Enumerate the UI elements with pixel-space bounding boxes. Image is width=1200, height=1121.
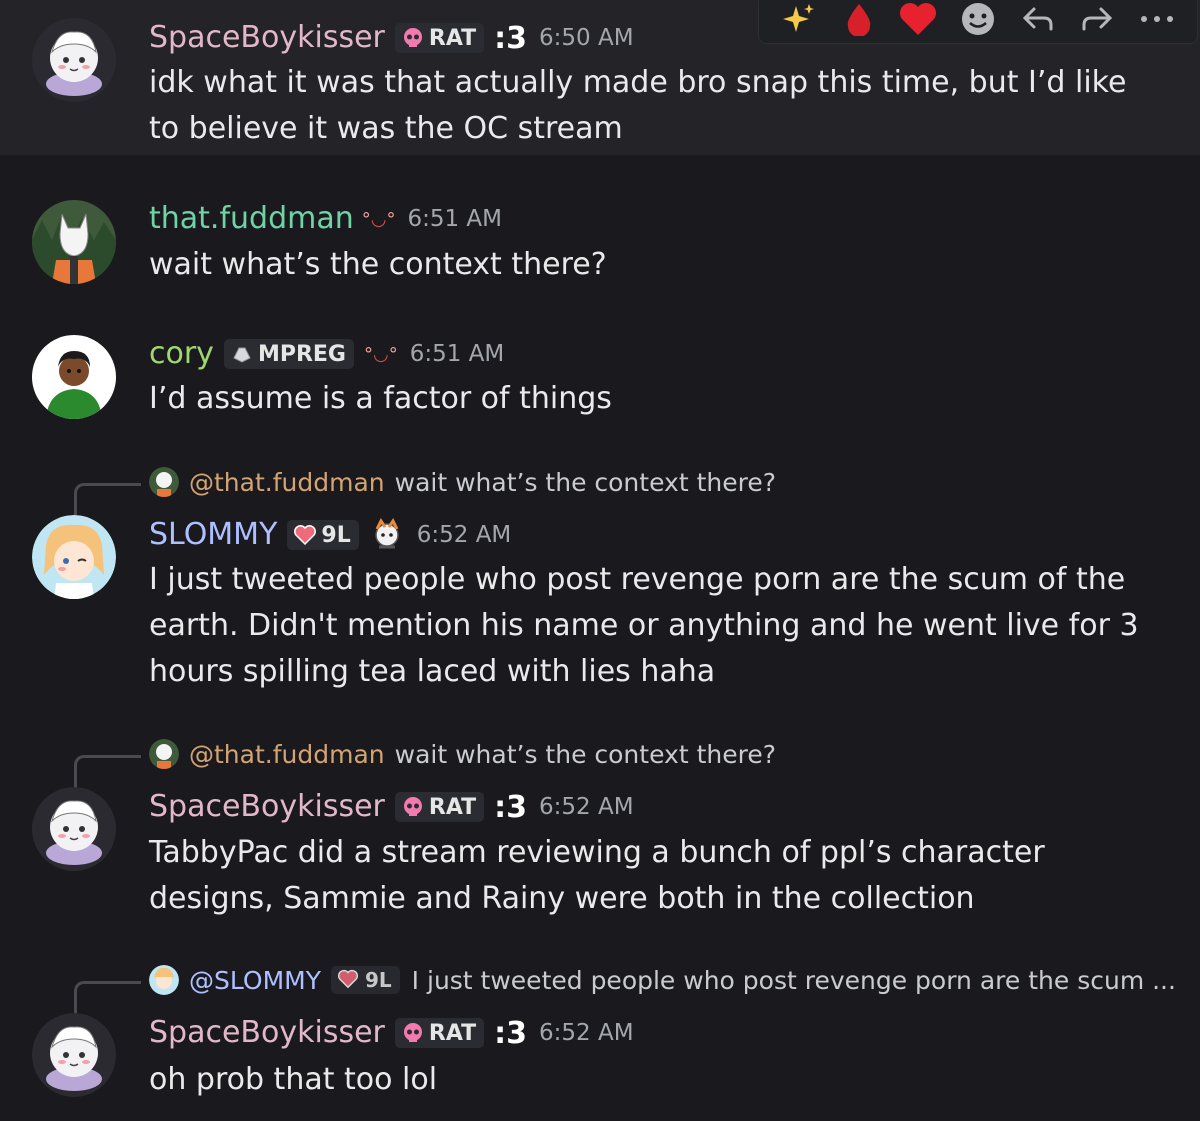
username[interactable]: SpaceBoykisser	[149, 787, 385, 827]
username[interactable]: that.fuddman	[149, 199, 354, 239]
message-toolbar	[758, 0, 1198, 44]
role-tag-label: RAT	[428, 794, 477, 820]
timestamp: 6:52 AM	[539, 1020, 634, 1046]
avatar-cory[interactable]	[32, 335, 116, 419]
reply-preview[interactable]: @that.fuddman wait what’s the context th…	[149, 739, 776, 769]
reply-role-tag: 9L	[331, 966, 400, 994]
role-tag[interactable]: RAT	[394, 1018, 485, 1048]
avatar-spaceboykisser[interactable]	[32, 1013, 116, 1097]
badge-emote: :3	[494, 789, 528, 825]
message-text: idk what it was that actually made bro s…	[149, 65, 1127, 146]
role-tag-label: RAT	[428, 1020, 477, 1046]
reply-avatar	[149, 965, 179, 995]
character-badge-icon	[369, 517, 405, 553]
username[interactable]: cory	[149, 334, 214, 374]
message-text: I just tweeted people who post revenge p…	[149, 562, 1139, 689]
reply-username[interactable]: @that.fuddman	[189, 740, 385, 769]
skull-icon	[401, 26, 425, 50]
message-text: TabbyPac did a stream reviewing a bunch …	[149, 835, 1045, 916]
reply-preview[interactable]: @SLOMMY 9L I just tweeted people who pos…	[149, 965, 1176, 995]
crystal-icon	[230, 342, 254, 366]
heart-badge-icon	[293, 523, 317, 547]
reply-spine	[74, 755, 141, 788]
reply-preview[interactable]: @that.fuddman wait what’s the context th…	[149, 467, 776, 497]
reply-text: wait what’s the context there?	[394, 739, 776, 769]
message-5[interactable]: @that.fuddman wait what’s the context th…	[0, 727, 1200, 927]
timestamp: 6:52 AM	[539, 794, 634, 820]
role-tag[interactable]: RAT	[394, 23, 485, 53]
reply-icon[interactable]	[1018, 0, 1058, 39]
skull-icon	[401, 795, 425, 819]
message-text: wait what’s the context there?	[149, 247, 607, 282]
reply-spine	[74, 981, 141, 1014]
reply-avatar	[149, 739, 179, 769]
forward-icon[interactable]	[1077, 0, 1117, 39]
avatar-slommy[interactable]	[32, 515, 116, 599]
sparkles-icon[interactable]	[779, 0, 819, 39]
timestamp: 6:51 AM	[407, 206, 503, 232]
reply-username[interactable]: @SLOMMY	[189, 966, 321, 995]
avatar-spaceboykisser[interactable]	[32, 18, 116, 102]
heart-icon[interactable]	[898, 0, 938, 39]
message-text: I’d assume is a factor of things	[149, 381, 612, 416]
kaomoji-badge: °◡°	[363, 343, 398, 365]
reply-text: I just tweeted people who post revenge p…	[411, 965, 1176, 995]
message-6[interactable]: @SLOMMY 9L I just tweeted people who pos…	[0, 953, 1200, 1121]
more-icon[interactable]	[1137, 0, 1177, 39]
role-tag[interactable]: 9L	[287, 520, 359, 550]
timestamp: 6:51 AM	[409, 341, 505, 367]
message-3[interactable]: cory MPREG °◡° 6:51 AM I’d assume is a f…	[0, 310, 1200, 430]
role-tag-label: MPREG	[257, 341, 346, 367]
badge-emote: :3	[494, 1015, 528, 1051]
skull-icon	[401, 1021, 425, 1045]
role-tag[interactable]: MPREG	[223, 339, 354, 369]
timestamp: 6:52 AM	[416, 522, 512, 548]
avatar-fuddman[interactable]	[32, 200, 116, 284]
blood-drop-icon[interactable]	[839, 0, 879, 39]
reply-username[interactable]: @that.fuddman	[189, 468, 385, 497]
role-tag-label: 9L	[321, 522, 351, 548]
reply-text: wait what’s the context there?	[394, 467, 776, 497]
message-2[interactable]: that.fuddman °◡° 6:51 AM wait what’s the…	[0, 175, 1200, 295]
username[interactable]: SLOMMY	[149, 515, 277, 555]
role-tag-label: RAT	[428, 25, 477, 51]
reply-avatar	[149, 467, 179, 497]
message-4[interactable]: @that.fuddman wait what’s the context th…	[0, 455, 1200, 705]
message-1[interactable]: SpaceBoykisser RAT :3 6:50 AM idk what i…	[0, 0, 1200, 155]
heart-badge-icon	[337, 968, 361, 992]
username[interactable]: SpaceBoykisser	[149, 1013, 385, 1053]
emoji-icon[interactable]	[958, 0, 998, 39]
role-tag[interactable]: RAT	[394, 792, 485, 822]
message-text: oh prob that too lol	[149, 1062, 438, 1097]
badge-emote: :3	[494, 20, 528, 56]
timestamp: 6:50 AM	[539, 25, 634, 51]
kaomoji-badge: °◡°	[361, 208, 396, 230]
reply-spine	[74, 483, 141, 516]
avatar-spaceboykisser[interactable]	[32, 787, 116, 871]
username[interactable]: SpaceBoykisser	[149, 18, 385, 58]
reply-role-tag-label: 9L	[365, 968, 392, 992]
